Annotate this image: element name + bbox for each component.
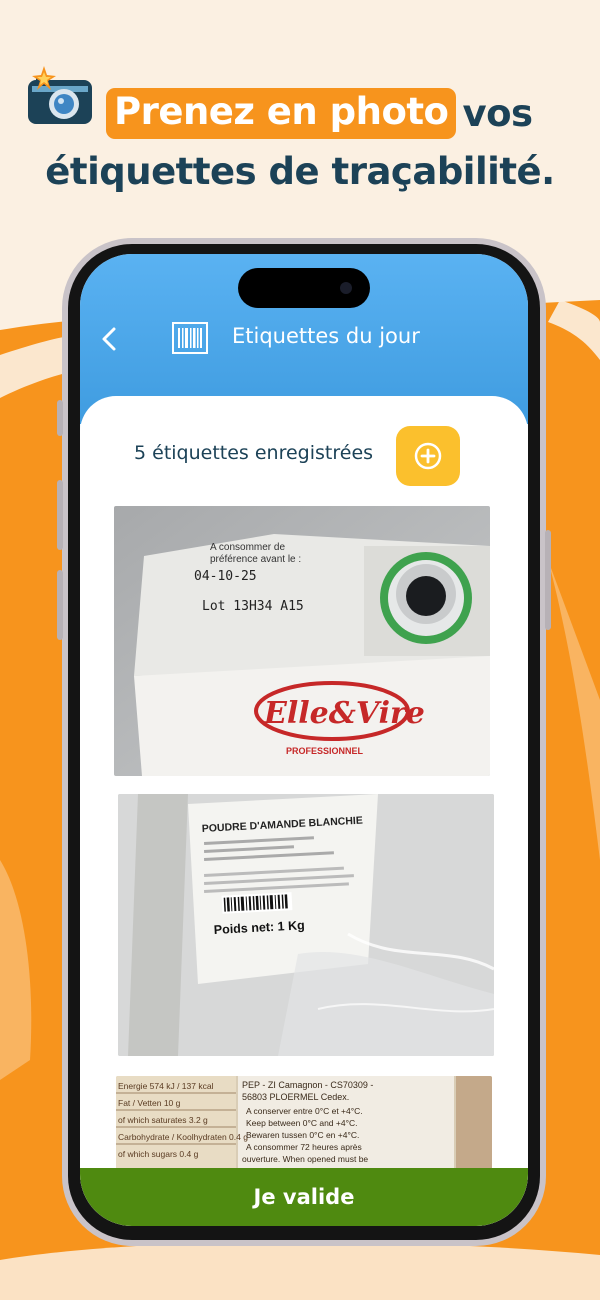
headline-line-1: Prenez en photo vos [106, 82, 533, 144]
photo-3-nutri-1: Energie 574 kJ / 137 kcal [118, 1081, 214, 1091]
validate-button[interactable]: Je valide [80, 1168, 528, 1226]
back-button[interactable] [98, 324, 122, 354]
photo-3-cond-4: A consommer 72 heures après [246, 1142, 362, 1152]
photo-3-nutri-3: of which saturates 3.2 g [118, 1115, 208, 1125]
headline-highlight: Prenez en photo [106, 87, 457, 139]
phone-side-button-left-1 [57, 400, 63, 436]
label-count-row: 5 étiquettes enregistrées [80, 424, 528, 486]
plus-circle-icon [414, 442, 442, 470]
phone-side-button-left-2 [57, 480, 63, 550]
barcode-icon [172, 322, 208, 354]
photo-3-addr-2: 56803 PLOERMEL Cedex. [242, 1092, 349, 1102]
chevron-left-icon [102, 327, 116, 351]
add-label-button[interactable] [396, 426, 460, 486]
photo-3-cond-1: A conserver entre 0°C et +4°C. [246, 1106, 363, 1116]
photo-1-text-line-2: préférence avant le : [210, 554, 301, 565]
headline-line-1-rest: vos [462, 91, 533, 135]
page-title: Etiquettes du jour [232, 324, 420, 348]
label-photo-2-image: POUDRE D'AMANDE BLANCHIE Poids net: 1 Kg [118, 794, 494, 1056]
phone-screen: Etiquettes du jour 5 étiquettes enregist… [80, 254, 528, 1226]
photo-3-cond-3: Bewaren tussen 0°C en +4°C. [246, 1130, 359, 1140]
photo-3-nutri-4: Carbohydrate / Koolhydraten 0.4 g [118, 1132, 248, 1142]
phone-side-button-left-3 [57, 570, 63, 640]
photo-3-cond-2: Keep between 0°C and +4°C. [246, 1118, 357, 1128]
photo-3-nutri-5: of which sugars 0.4 g [118, 1149, 199, 1159]
photo-1-lot: Lot 13H34 A15 [202, 599, 304, 614]
dynamic-island [238, 268, 370, 308]
phone-side-button-right [545, 530, 551, 630]
photo-3-cond-5: ouverture. When opened must be [242, 1154, 368, 1164]
label-photo-2[interactable]: POUDRE D'AMANDE BLANCHIE Poids net: 1 Kg [118, 794, 494, 1056]
label-count: 5 étiquettes enregistrées [134, 442, 374, 464]
camera-sparkle-icon [28, 66, 92, 124]
photo-1-brand-sub: PROFESSIONNEL [286, 746, 364, 756]
photo-1-brand: Elle&Vire [263, 696, 425, 731]
headline: Prenez en photo vos étiquettes de traçab… [0, 0, 600, 220]
photo-3-nutri-2: Fat / Vetten 10 g [118, 1098, 181, 1108]
photo-1-text-line-1: A consommer de [210, 542, 285, 553]
content-panel: 5 étiquettes enregistrées A consommer de… [80, 396, 528, 1226]
photo-1-date: 04-10-25 [194, 569, 257, 584]
label-photo-1[interactable]: A consommer de préférence avant le : 04-… [114, 506, 490, 776]
photo-3-addr-1: PEP - ZI Camagnon - CS70309 - [242, 1080, 373, 1090]
headline-line-2: étiquettes de traçabilité. [45, 150, 555, 193]
label-photo-1-image: A consommer de préférence avant le : 04-… [114, 506, 490, 776]
